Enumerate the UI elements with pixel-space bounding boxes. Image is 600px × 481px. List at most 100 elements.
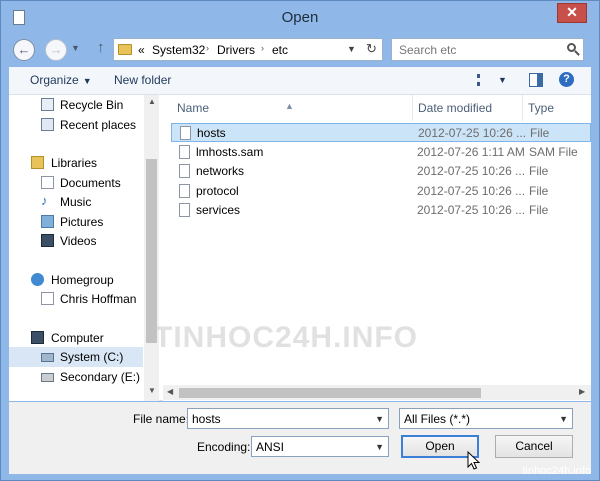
chevron-down-icon[interactable]: ▼ [375, 414, 384, 424]
file-date: 2012-07-25 10:26 ... [417, 184, 526, 198]
documents-icon [41, 176, 54, 189]
organize-button[interactable]: Organize ▼ [30, 73, 92, 87]
chevron-down-icon[interactable]: ▼ [375, 442, 384, 452]
close-button[interactable]: ✕ [557, 3, 587, 23]
sidebar-item-label: Computer [51, 331, 104, 345]
file-name-label: File name: [133, 412, 190, 426]
sidebar-scrollbar[interactable]: ▲ ▼ [144, 95, 159, 401]
file-icon [180, 126, 191, 140]
sidebar-item-pictures[interactable]: Pictures [9, 212, 143, 232]
scrollbar-thumb[interactable] [146, 159, 157, 343]
scroll-right-icon[interactable]: ▶ [579, 387, 585, 396]
title-bar[interactable]: Open ✕ [1, 1, 599, 35]
address-dropdown-icon[interactable]: ▼ [347, 44, 356, 54]
file-row-networks[interactable]: networks 2012-07-25 10:26 ... File [171, 162, 591, 181]
preview-pane-icon[interactable] [529, 73, 543, 87]
column-header-date-modified[interactable]: Date modified [413, 95, 523, 121]
file-row-lmhosts-sam[interactable]: lmhosts.sam 2012-07-26 1:11 AM SAM File [171, 143, 591, 162]
back-button[interactable]: ← [13, 39, 35, 61]
sidebar-item-label: Secondary (E:) [60, 370, 141, 384]
sidebar-item-recycle-bin[interactable]: Recycle Bin [9, 95, 143, 115]
file-name: networks [196, 164, 245, 178]
column-header-label: Type [528, 101, 555, 115]
column-header-type[interactable]: Type [523, 95, 591, 121]
music-icon: ♪ [41, 193, 48, 208]
search-input[interactable]: Search etc [391, 38, 584, 61]
sidebar-item-label: Libraries [51, 156, 98, 170]
file-list: ▲ Name Date modified Type hosts 2012-07-… [163, 95, 591, 401]
file-date: 2012-07-26 1:11 AM [417, 145, 525, 159]
file-name: hosts [197, 126, 226, 140]
encoding-select[interactable]: ANSI ▼ [251, 436, 389, 457]
file-icon [179, 145, 190, 159]
computer-icon [31, 331, 44, 344]
sidebar-item-label: Pictures [60, 215, 104, 229]
command-bar: Organize ▼ New folder ▼ ? [9, 67, 591, 95]
breadcrumb-separator-icon[interactable]: › [261, 43, 264, 53]
forward-button[interactable]: → [45, 39, 67, 61]
breadcrumb-prefix[interactable]: « [138, 43, 145, 57]
cancel-button[interactable]: Cancel [495, 435, 573, 458]
drive-icon [41, 373, 54, 382]
user-icon [41, 292, 54, 305]
sidebar-item-label: Documents [60, 176, 121, 190]
chevron-down-icon: ▼ [82, 76, 92, 86]
up-button[interactable]: ↑ [97, 39, 105, 56]
file-name: services [196, 203, 241, 217]
footer-watermark: tinhoc24h.info [522, 465, 592, 477]
search-placeholder: Search etc [399, 43, 457, 57]
sidebar-item-label: Homegroup [51, 273, 114, 287]
file-type: File [530, 126, 550, 140]
search-icon[interactable] [567, 43, 576, 52]
folder-icon [118, 44, 132, 55]
sidebar-item-label: System (C:) [60, 350, 124, 364]
watermark-text: TINHOC24H.INFO [154, 321, 419, 354]
file-type: SAM File [529, 145, 578, 159]
breadcrumb-system32[interactable]: System32 [152, 43, 205, 57]
file-row-protocol[interactable]: protocol 2012-07-25 10:26 ... File [171, 182, 591, 201]
sidebar-item-secondary-e[interactable]: Secondary (E:) [9, 367, 143, 387]
view-dropdown-icon[interactable]: ▼ [498, 75, 507, 85]
change-view-icon[interactable] [477, 74, 491, 86]
scroll-left-icon[interactable]: ◀ [167, 387, 173, 396]
scrollbar-thumb[interactable] [179, 388, 481, 398]
file-date: 2012-07-25 10:26 ... [417, 164, 526, 178]
help-icon[interactable]: ? [559, 72, 574, 87]
drive-icon [41, 353, 54, 362]
address-bar[interactable]: « System32 › Drivers › etc ▼ ↻ [113, 38, 383, 61]
breadcrumb-separator-icon[interactable]: › [206, 43, 209, 53]
sidebar-item-system-c[interactable]: System (C:) [9, 347, 143, 367]
sidebar-item-chris-hoffman[interactable]: Chris Hoffman [9, 289, 143, 309]
sidebar-item-label: Recycle Bin [60, 98, 124, 112]
file-type-select[interactable]: All Files (*.*) ▼ [399, 408, 573, 429]
file-row-hosts[interactable]: hosts 2012-07-25 10:26 ... File [171, 123, 591, 142]
refresh-icon[interactable]: ↻ [366, 41, 377, 57]
breadcrumb-drivers[interactable]: Drivers [217, 43, 255, 57]
sidebar-item-libraries[interactable]: Libraries [9, 153, 143, 173]
chevron-down-icon[interactable]: ▼ [559, 414, 568, 424]
sidebar-item-homegroup[interactable]: Homegroup [9, 270, 143, 290]
scroll-up-icon[interactable]: ▲ [148, 97, 156, 106]
file-name-input[interactable]: hosts ▼ [187, 408, 389, 429]
new-folder-button[interactable]: New folder [114, 73, 171, 87]
breadcrumb-etc[interactable]: etc [272, 43, 288, 57]
file-icon [179, 203, 190, 217]
scroll-down-icon[interactable]: ▼ [148, 386, 156, 395]
column-header-name[interactable]: ▲ Name [163, 95, 413, 121]
sidebar-item-videos[interactable]: Videos [9, 231, 143, 251]
sidebar-item-computer[interactable]: Computer [9, 328, 143, 348]
file-row-services[interactable]: services 2012-07-25 10:26 ... File [171, 201, 591, 220]
sidebar-item-music[interactable]: ♪ Music [9, 192, 143, 212]
mouse-cursor-icon [467, 450, 481, 470]
file-list-hscrollbar[interactable]: ◀ ▶ [163, 385, 591, 400]
sidebar-item-recent-places[interactable]: Recent places [9, 115, 143, 135]
file-name-value: hosts [192, 412, 221, 426]
recent-locations-dropdown[interactable]: ▼ [71, 43, 80, 53]
navigation-pane: Recycle Bin Recent places Libraries Docu… [9, 95, 159, 401]
window-title: Open [281, 9, 319, 26]
recent-places-icon [41, 118, 54, 131]
sidebar-item-documents[interactable]: Documents [9, 173, 143, 193]
recycle-bin-icon [41, 98, 54, 111]
sidebar-item-label: Music [60, 195, 92, 209]
organize-label: Organize [30, 73, 79, 87]
